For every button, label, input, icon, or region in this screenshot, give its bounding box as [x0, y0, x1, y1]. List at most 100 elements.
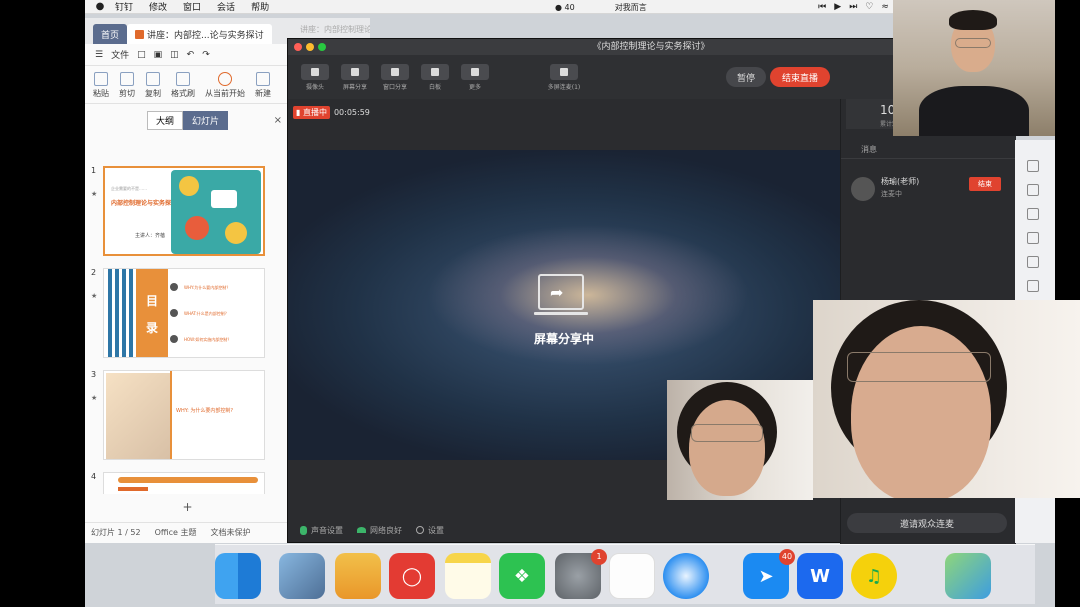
tab-document[interactable]: 讲座：内部控...论与实务探讨	[127, 24, 272, 44]
slides-tab[interactable]: 幻灯片	[183, 110, 229, 130]
sidebar-icon[interactable]	[1027, 232, 1039, 244]
slide-thumb-row[interactable]: 4	[85, 472, 290, 494]
wechat-icon[interactable]: ❖	[499, 553, 545, 599]
add-slide-button[interactable]: +	[85, 500, 290, 514]
view-switch: 大纲 幻灯片 ×	[85, 108, 290, 132]
sidebar-icon[interactable]	[1027, 256, 1039, 268]
more-button[interactable]: 更多	[456, 63, 494, 91]
sidebar-icon[interactable]	[1027, 160, 1039, 172]
slide-number: 1	[91, 166, 97, 175]
multi-screen-link-button[interactable]: 多屏连麦(1)	[534, 63, 594, 91]
screen-share-button[interactable]: 屏幕分享	[336, 63, 374, 91]
redo-icon[interactable]: ↷	[202, 50, 210, 60]
slide-thumbnail[interactable]: WHY: 为什么要内部控制?	[103, 370, 265, 460]
sidebar-icon[interactable]	[1027, 280, 1039, 292]
slide-thumbnail-list[interactable]: 1 ★ 企业需要的不是…… 内部控制理论与实务探讨 主讲人：齐蓓 2 ★ 目 录…	[85, 164, 290, 494]
open-icon[interactable]: □	[137, 50, 146, 60]
menu-window[interactable]: 窗口	[183, 0, 201, 13]
folder-icon[interactable]	[335, 553, 381, 599]
reminders-icon[interactable]	[609, 553, 655, 599]
system-preferences-icon[interactable]: 1	[555, 549, 607, 599]
live-window-title: 《内部控制理论与实务探讨》	[592, 42, 710, 52]
format-painter-button[interactable]: 格式刷	[171, 72, 195, 99]
audio-settings-button[interactable]: 声音设置	[300, 525, 343, 536]
presenter-glasses	[955, 38, 991, 48]
protection-status[interactable]: 文档未保护	[211, 527, 251, 538]
preview-icon[interactable]	[279, 553, 325, 599]
minimize-window-icon[interactable]	[306, 43, 314, 51]
linked-speaker-row: 杨瑜(老师) 连麦中 结束	[851, 173, 1011, 203]
slide-counter: 幻灯片 1 / 52	[91, 528, 141, 537]
slide-thumb-row[interactable]: 3 ★ WHY: 为什么要内部控制?	[85, 370, 290, 462]
star-icon: ★	[91, 190, 98, 198]
settings-button[interactable]: 设置	[416, 525, 444, 536]
finder-icon[interactable]	[215, 553, 261, 599]
netease-music-icon[interactable]: ◯	[389, 553, 435, 599]
slide-number: 4	[91, 472, 97, 481]
window-share-button[interactable]: 窗口分享	[376, 63, 414, 91]
dingtalk-badge[interactable]: ● 40	[555, 3, 595, 12]
save-icon[interactable]: ▣	[154, 50, 163, 60]
media-play-icon[interactable]: ▶	[834, 2, 841, 12]
undo-icon[interactable]: ↶	[187, 50, 195, 60]
menu-session[interactable]: 会话	[217, 0, 235, 13]
play-from-current-button[interactable]: 从当前开始	[205, 72, 245, 99]
outline-tab[interactable]: 大纲	[146, 110, 183, 130]
menu-file[interactable]: 文件	[111, 48, 129, 61]
camera-button[interactable]: 摄像头	[296, 63, 334, 91]
heart-icon[interactable]: ♡	[865, 2, 873, 12]
menu-edit[interactable]: 修改	[149, 0, 167, 13]
end-live-button[interactable]: 结束直播	[770, 67, 830, 87]
background-window-title: 讲座：内部控制理论与实务探讨.pptx	[290, 18, 370, 38]
slide-thumb-row[interactable]: 1 ★ 企业需要的不是…… 内部控制理论与实务探讨 主讲人：齐蓓	[85, 166, 290, 258]
slide2-char: 目	[145, 294, 158, 308]
new-slide-button[interactable]: 新建	[255, 72, 271, 99]
badge: 1	[591, 549, 607, 565]
close-icon[interactable]: ×	[274, 115, 282, 126]
whiteboard-icon	[421, 63, 449, 80]
network-status[interactable]: 网络良好	[357, 525, 402, 536]
window-share-label: 窗口分享	[382, 83, 407, 91]
slide-thumbnail[interactable]: 企业需要的不是…… 内部控制理论与实务探讨 主讲人：齐蓓	[103, 166, 265, 256]
tab-messages[interactable]: 消息	[861, 144, 877, 155]
presenter-hair	[949, 10, 997, 30]
bullet-icon	[170, 283, 178, 291]
slide4-header-bar	[118, 477, 258, 483]
close-window-icon[interactable]	[294, 43, 302, 51]
paste-button[interactable]: 粘贴	[93, 72, 109, 99]
media-back-icon[interactable]: ⏮	[818, 2, 826, 12]
end-link-button[interactable]: 结束	[969, 177, 1001, 191]
hamburger-icon[interactable]: ☰	[95, 50, 103, 60]
maps-icon[interactable]	[945, 553, 991, 599]
menu-dingtalk[interactable]: 钉钉	[115, 0, 133, 13]
pause-button[interactable]: 暂停	[726, 67, 766, 87]
sidebar-icon[interactable]	[1027, 184, 1039, 196]
sidebar-icon[interactable]	[1027, 208, 1039, 220]
safari-icon[interactable]	[663, 553, 709, 599]
paste-label: 粘贴	[93, 89, 109, 98]
whiteboard-button[interactable]: 白板	[416, 63, 454, 91]
menu-help[interactable]: 帮助	[251, 0, 269, 13]
wifi-icon[interactable]: ≈	[881, 2, 889, 12]
ppt-file-icon	[135, 29, 145, 39]
live-status: ▮ 直播中 00:05:59	[293, 105, 370, 119]
media-next-icon[interactable]: ⏭	[849, 2, 857, 12]
camera-label: 摄像头	[305, 83, 324, 91]
slide-thumb-row[interactable]: 2 ★ 目 录 WHY:为什么要内部控制？ WHAT:什么是内部控制？ HOW:…	[85, 268, 290, 360]
notes-icon[interactable]	[445, 553, 491, 599]
print-icon[interactable]: ◫	[170, 50, 179, 60]
copy-button[interactable]: 复制	[145, 72, 161, 99]
dingtalk-icon[interactable]: ➤ 40	[743, 549, 795, 599]
theme-name[interactable]: Office 主题	[155, 527, 197, 538]
tab-document-label: 讲座：内部控...论与实务探讨	[147, 30, 264, 41]
invite-audience-button[interactable]: 邀请观众连麦	[847, 513, 1007, 533]
tab-home[interactable]: 首页	[93, 24, 128, 44]
zoom-window-icon[interactable]	[318, 43, 326, 51]
cut-button[interactable]: 剪切	[119, 72, 135, 99]
qq-music-icon[interactable]: ♫	[851, 553, 897, 599]
slide-thumbnail[interactable]	[103, 472, 265, 494]
wps-icon[interactable]: W	[797, 553, 843, 599]
slide2-toc-block: 目 录	[136, 269, 168, 357]
slide-thumbnail[interactable]: 目 录 WHY:为什么要内部控制？ WHAT:什么是内部控制？ HOW:如何实施…	[103, 268, 265, 358]
apple-icon[interactable]: ●	[85, 1, 115, 12]
